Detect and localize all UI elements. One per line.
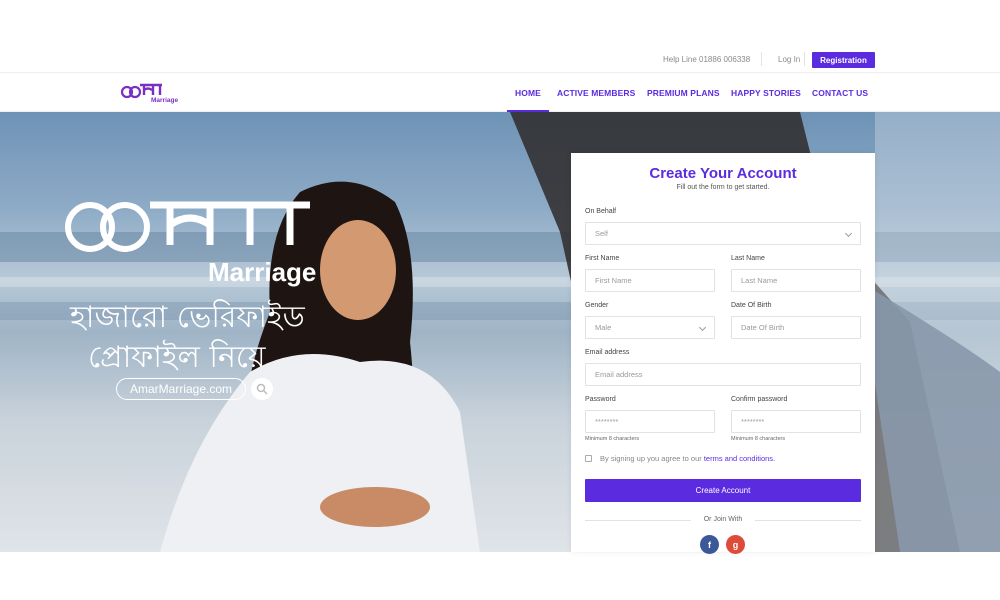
nav-home[interactable]: HOME xyxy=(515,88,541,98)
main-navbar: Marriage HOME ACTIVE MEMBERS PREMIUM PLA… xyxy=(0,72,1000,112)
site-logo[interactable]: Marriage xyxy=(120,81,182,105)
svg-text:Marriage: Marriage xyxy=(151,97,178,104)
chevron-down-icon xyxy=(698,323,707,332)
svg-text:প্রোফাইল নিয়ে: প্রোফাইল নিয়ে xyxy=(88,339,267,375)
first-name-label: First Name xyxy=(585,255,620,262)
password-field[interactable]: ******** xyxy=(585,410,715,433)
first-name-field[interactable]: First Name xyxy=(585,269,715,292)
divider xyxy=(755,520,861,521)
search-icon xyxy=(251,378,273,400)
dob-field[interactable]: Date Of Birth xyxy=(731,316,861,339)
top-utility-bar: Help Line 01886 006338 Log In Registrati… xyxy=(0,0,1000,72)
on-behalf-select[interactable]: Self xyxy=(585,222,861,245)
form-title: Create Your Account xyxy=(649,165,797,182)
confirm-password-label: Confirm password xyxy=(731,396,788,403)
last-name-label: Last Name xyxy=(731,255,765,262)
brand-overlay: Marriage হাজারো ভেরিফাইড প্রোফাইল নিয়ে xyxy=(65,201,316,375)
nav-premium-plans[interactable]: PREMIUM PLANS xyxy=(647,88,720,98)
facebook-icon: f xyxy=(708,539,711,550)
form-subtitle: Fill out the form to get started. xyxy=(676,184,770,191)
terms-checkbox[interactable] xyxy=(585,455,592,462)
email-field[interactable]: Email address xyxy=(585,363,861,386)
google-login-button[interactable]: g xyxy=(726,535,745,554)
facebook-login-button[interactable]: f xyxy=(700,535,719,554)
google-icon: g xyxy=(732,539,739,550)
svg-text:Marriage: Marriage xyxy=(208,257,316,287)
gender-select[interactable]: Male xyxy=(585,316,715,339)
confirm-password-field[interactable]: ******** xyxy=(731,410,861,433)
dob-label: Date Of Birth xyxy=(731,302,772,309)
on-behalf-label: On Behalf xyxy=(585,208,617,215)
create-account-button[interactable]: Create Account xyxy=(585,479,861,502)
on-behalf-value: Self xyxy=(595,229,608,238)
chevron-down-icon xyxy=(844,229,853,238)
brand-url-pill: AmarMarriage.com xyxy=(116,378,246,400)
helpline-text: Help Line 01886 006338 xyxy=(663,55,751,64)
registration-form-card: Create Your Account Fill out the form to… xyxy=(571,153,875,554)
password-hint: Minimum 8 characters xyxy=(585,436,640,442)
password-label: Password xyxy=(585,396,616,403)
confirm-password-hint: Minimum 8 characters xyxy=(731,436,786,442)
gender-value: Male xyxy=(595,323,612,332)
divider xyxy=(761,52,762,66)
nav-contact-us[interactable]: CONTACT US xyxy=(812,88,868,98)
logo-mark: Marriage xyxy=(120,83,178,104)
nav-happy-stories[interactable]: HAPPY STORIES xyxy=(731,88,801,98)
svg-text:হাজারো ভেরিফাইড: হাজারো ভেরিফাইড xyxy=(69,299,306,335)
gender-label: Gender xyxy=(585,302,609,309)
terms-link[interactable]: terms and conditions. xyxy=(704,454,775,463)
terms-agree-text: By signing up you agree to our terms and… xyxy=(600,454,775,463)
agree-text: By signing up you agree to our xyxy=(600,454,702,463)
registration-button[interactable]: Registration xyxy=(812,52,875,68)
last-name-field[interactable]: Last Name xyxy=(731,269,861,292)
divider xyxy=(804,52,805,66)
email-label: Email address xyxy=(585,349,630,356)
login-link[interactable]: Log In xyxy=(778,55,800,64)
nav-active-members[interactable]: ACTIVE MEMBERS xyxy=(557,88,635,98)
